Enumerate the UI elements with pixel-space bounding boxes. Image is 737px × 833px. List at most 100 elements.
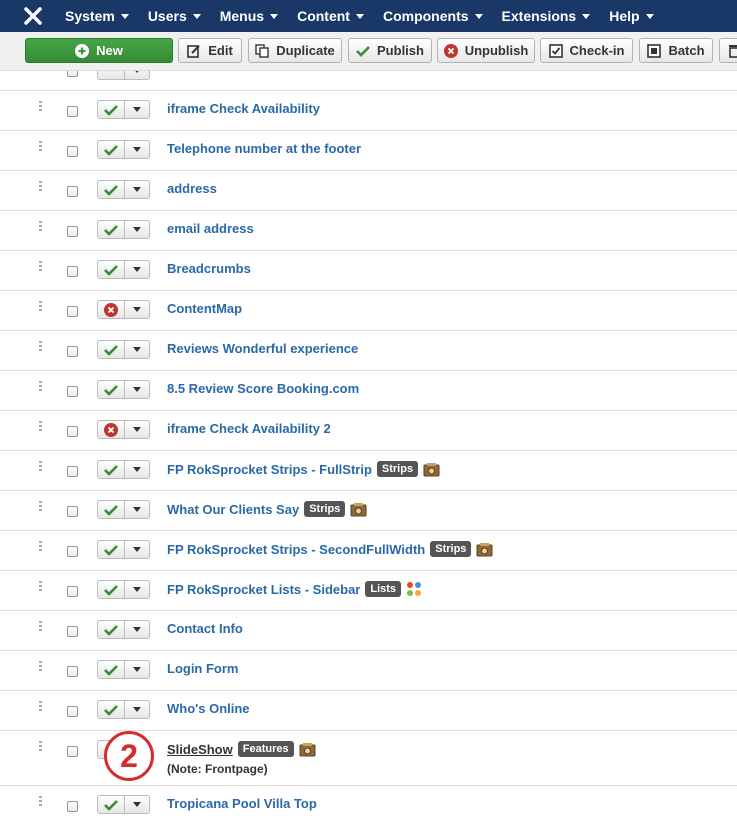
status-toggle[interactable] <box>97 220 150 239</box>
module-title-link[interactable]: What Our Clients Say <box>167 502 299 517</box>
menu-users[interactable]: Users <box>135 0 207 32</box>
drag-handle-icon[interactable] <box>39 741 42 753</box>
status-button[interactable] <box>97 180 125 199</box>
drag-handle-icon[interactable] <box>39 461 42 473</box>
status-dropdown[interactable] <box>125 580 150 599</box>
menu-extensions[interactable]: Extensions <box>489 0 597 32</box>
drag-handle-icon[interactable] <box>39 141 42 153</box>
row-checkbox[interactable] <box>67 146 78 157</box>
module-title-link[interactable]: Who's Online <box>167 701 250 716</box>
module-title-link[interactable]: Contact Info <box>167 621 243 636</box>
module-title-link[interactable]: iframe Check Availability <box>167 101 320 116</box>
module-title-link[interactable]: FP RokSprocket Strips - SecondFullWidth <box>167 542 425 557</box>
drag-handle-icon[interactable] <box>39 181 42 193</box>
module-title-link[interactable]: email address <box>167 221 254 236</box>
module-title-link[interactable]: iframe Check Availability 2 <box>167 421 331 436</box>
status-button[interactable] <box>97 500 125 519</box>
status-toggle[interactable] <box>97 660 150 679</box>
row-checkbox[interactable] <box>67 106 78 117</box>
status-toggle[interactable] <box>97 420 150 439</box>
module-title-link[interactable]: ContentMap <box>167 301 242 316</box>
row-checkbox[interactable] <box>67 586 78 597</box>
menu-help[interactable]: Help <box>596 0 659 32</box>
status-button[interactable] <box>97 420 125 439</box>
module-title-link[interactable]: Login Form <box>167 661 239 676</box>
status-button[interactable] <box>97 540 125 559</box>
status-button[interactable] <box>97 340 125 359</box>
row-checkbox[interactable] <box>67 506 78 517</box>
status-button[interactable] <box>97 260 125 279</box>
menu-system[interactable]: System <box>52 0 135 32</box>
row-checkbox[interactable] <box>67 306 78 317</box>
drag-handle-icon[interactable] <box>39 421 42 433</box>
joomla-logo-icon[interactable] <box>22 5 44 27</box>
row-checkbox[interactable] <box>67 226 78 237</box>
status-dropdown[interactable] <box>125 795 150 814</box>
module-title-link[interactable]: SlideShow <box>167 742 233 757</box>
trash-button[interactable] <box>719 38 737 63</box>
module-title-link[interactable]: FP RokSprocket Strips - FullStrip <box>167 462 372 477</box>
status-dropdown[interactable] <box>125 460 150 479</box>
status-dropdown[interactable] <box>125 300 150 319</box>
status-button[interactable] <box>97 660 125 679</box>
status-button[interactable] <box>97 300 125 319</box>
drag-handle-icon[interactable] <box>39 541 42 553</box>
status-toggle[interactable] <box>97 460 150 479</box>
status-dropdown[interactable] <box>125 260 150 279</box>
status-toggle[interactable] <box>97 340 150 359</box>
drag-handle-icon[interactable] <box>39 501 42 513</box>
status-button[interactable] <box>97 580 125 599</box>
module-title-link[interactable]: Breadcrumbs <box>167 261 251 276</box>
row-checkbox[interactable] <box>67 266 78 277</box>
new-button[interactable]: New <box>25 38 173 63</box>
status-toggle[interactable] <box>97 300 150 319</box>
drag-handle-icon[interactable] <box>39 301 42 313</box>
drag-handle-icon[interactable] <box>39 661 42 673</box>
row-checkbox[interactable] <box>67 426 78 437</box>
status-toggle[interactable] <box>97 795 150 814</box>
menu-menus[interactable]: Menus <box>207 0 284 32</box>
checkin-button[interactable]: Check-in <box>540 38 633 63</box>
row-checkbox[interactable] <box>67 346 78 357</box>
status-dropdown[interactable] <box>125 660 150 679</box>
drag-handle-icon[interactable] <box>39 341 42 353</box>
menu-content[interactable]: Content <box>284 0 370 32</box>
status-dropdown[interactable] <box>125 380 150 399</box>
module-title-link[interactable]: Telephone number at the footer <box>167 141 361 156</box>
row-checkbox[interactable] <box>67 186 78 197</box>
status-dropdown[interactable] <box>125 420 150 439</box>
status-button[interactable] <box>97 140 125 159</box>
menu-components[interactable]: Components <box>370 0 489 32</box>
status-button[interactable] <box>97 380 125 399</box>
status-toggle[interactable] <box>97 260 150 279</box>
module-title-link[interactable]: Reviews Wonderful experience <box>167 341 358 356</box>
row-checkbox[interactable] <box>67 746 78 757</box>
status-toggle[interactable] <box>97 380 150 399</box>
row-checkbox[interactable] <box>67 386 78 397</box>
status-button[interactable] <box>97 620 125 639</box>
status-toggle[interactable] <box>97 700 150 719</box>
status-button[interactable] <box>97 100 125 119</box>
drag-handle-icon[interactable] <box>39 701 42 713</box>
row-checkbox[interactable] <box>67 626 78 637</box>
status-toggle[interactable] <box>97 620 150 639</box>
status-dropdown[interactable] <box>125 700 150 719</box>
status-dropdown[interactable] <box>125 540 150 559</box>
row-checkbox[interactable] <box>67 546 78 557</box>
module-title-link[interactable]: 8.5 Review Score Booking.com <box>167 381 359 396</box>
status-dropdown[interactable] <box>125 500 150 519</box>
module-title-link[interactable]: Tropicana Pool Villa Top <box>167 796 317 811</box>
drag-handle-icon[interactable] <box>39 261 42 273</box>
duplicate-button[interactable]: Duplicate <box>248 38 342 63</box>
status-toggle[interactable] <box>97 500 150 519</box>
status-button[interactable] <box>97 700 125 719</box>
status-toggle[interactable] <box>97 140 150 159</box>
status-dropdown[interactable] <box>125 100 150 119</box>
status-button[interactable] <box>97 460 125 479</box>
status-dropdown[interactable] <box>125 620 150 639</box>
drag-handle-icon[interactable] <box>39 101 42 113</box>
module-title-link[interactable]: address <box>167 181 217 196</box>
status-button[interactable] <box>97 795 125 814</box>
row-checkbox[interactable] <box>67 706 78 717</box>
row-checkbox[interactable] <box>67 666 78 677</box>
